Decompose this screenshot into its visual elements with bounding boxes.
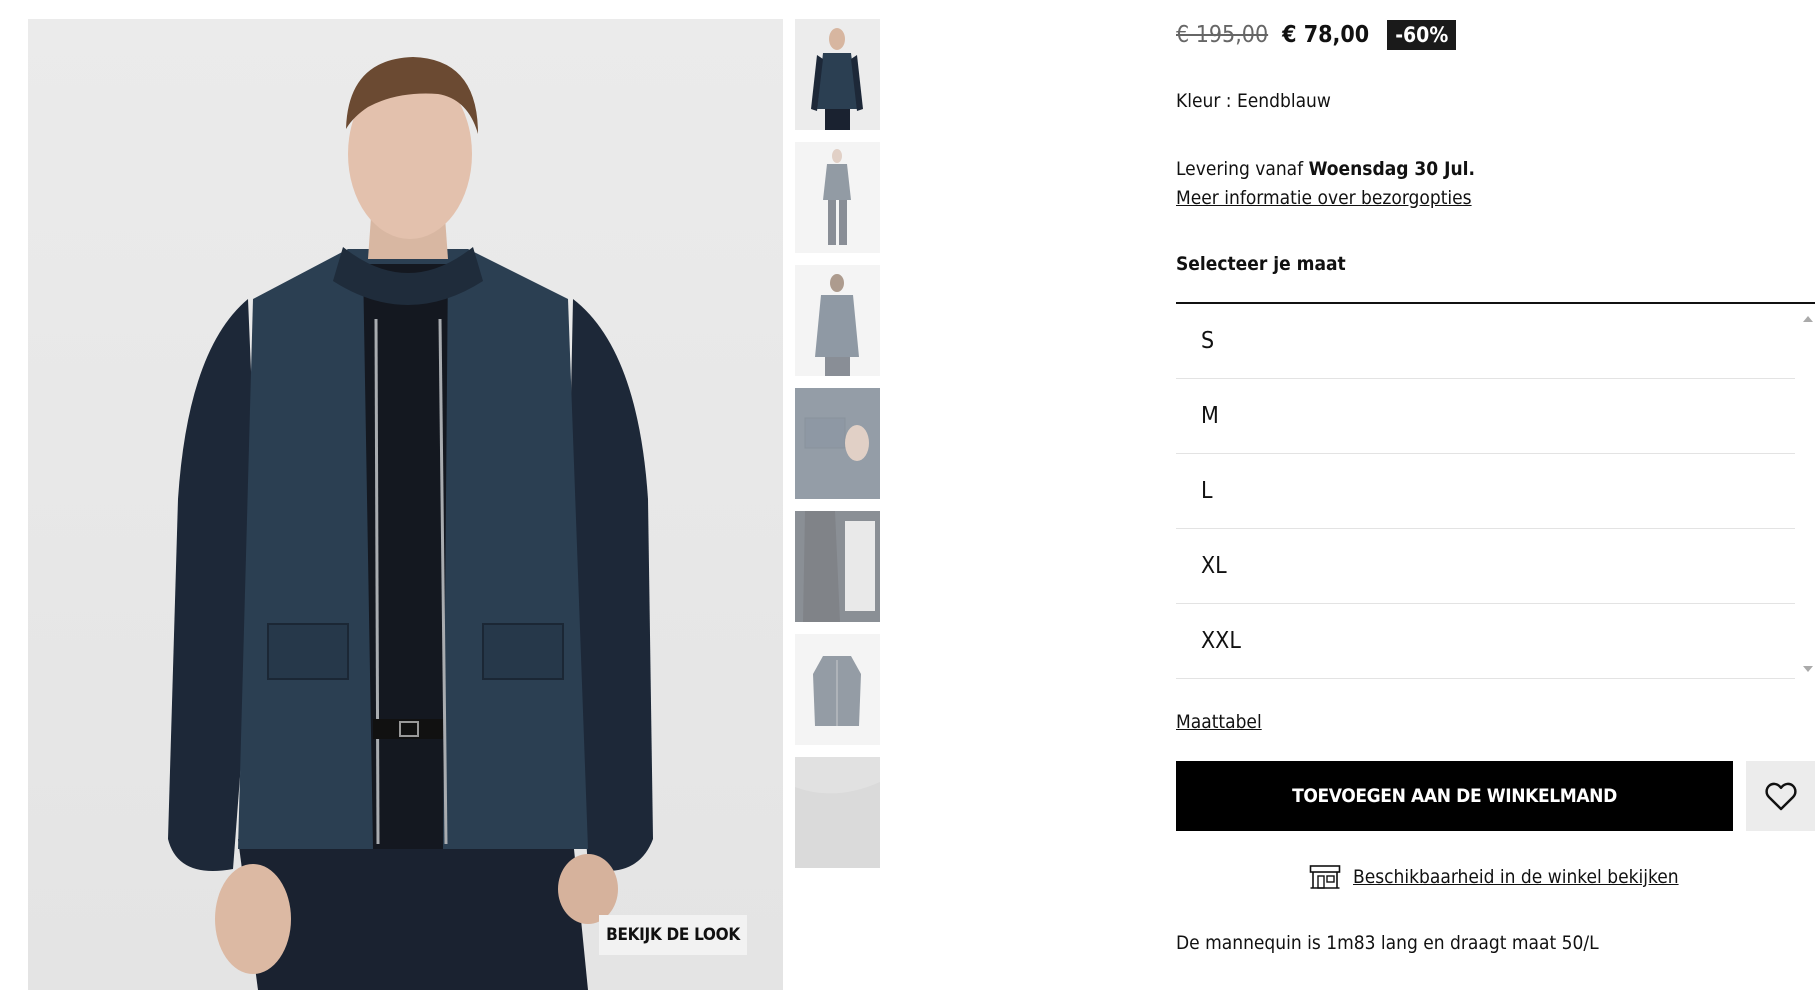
thumbnail-fabric[interactable] bbox=[795, 757, 880, 868]
store-icon bbox=[1309, 865, 1341, 889]
product-page: BEKIJK DE LOOK € 195,00 € 78,00 -60% Kle… bbox=[0, 0, 1815, 1000]
thumbnail-back[interactable] bbox=[795, 265, 880, 376]
view-look-button[interactable]: BEKIJK DE LOOK bbox=[599, 915, 747, 955]
store-availability-row[interactable]: Beschikbaarheid in de winkel bekijken bbox=[1309, 864, 1679, 890]
wishlist-button[interactable] bbox=[1746, 761, 1815, 831]
thumbnail-front[interactable] bbox=[795, 19, 880, 130]
size-option-m[interactable]: M bbox=[1176, 379, 1795, 454]
delivery-prefix: Levering vanaf bbox=[1176, 158, 1304, 180]
model-wearing-jacket-image bbox=[168, 57, 653, 990]
main-product-image[interactable]: BEKIJK DE LOOK bbox=[28, 19, 783, 990]
size-option-xl[interactable]: XL bbox=[1176, 529, 1795, 604]
size-option-xxl[interactable]: XXL bbox=[1176, 604, 1795, 679]
add-to-cart-button[interactable]: TOEVOEGEN AAN DE WINKELMAND bbox=[1176, 761, 1733, 831]
delivery-date: Woensdag 30 Jul. bbox=[1308, 158, 1476, 180]
delivery-options-link[interactable]: Meer informatie over bezorgopties bbox=[1176, 187, 1472, 209]
product-info-panel: € 195,00 € 78,00 -60% Kleur : Eendblauw … bbox=[1176, 0, 1815, 1000]
discount-badge: -60% bbox=[1387, 20, 1457, 50]
thumbnail-full-body[interactable] bbox=[795, 142, 880, 253]
price-row: € 195,00 € 78,00 -60% bbox=[1176, 20, 1457, 50]
scroll-down-arrow-icon[interactable] bbox=[1803, 666, 1813, 672]
thumbnail-strip bbox=[795, 19, 880, 880]
heart-icon bbox=[1764, 782, 1797, 811]
flat-lay-thumbnail bbox=[795, 634, 880, 745]
color-label: Kleur : Eendblauw bbox=[1176, 90, 1331, 112]
thumbnail-pocket[interactable] bbox=[795, 388, 880, 499]
fabric-detail-thumbnail bbox=[795, 757, 880, 868]
jacket-front-thumbnail bbox=[795, 19, 880, 130]
size-option-l[interactable]: L bbox=[1176, 454, 1795, 529]
old-price: € 195,00 bbox=[1176, 22, 1269, 48]
store-availability-link[interactable]: Beschikbaarheid in de winkel bekijken bbox=[1353, 866, 1679, 888]
inner-lining-thumbnail bbox=[795, 511, 880, 622]
size-option-s[interactable]: S bbox=[1176, 304, 1795, 379]
full-body-thumbnail bbox=[795, 142, 880, 253]
sale-price: € 78,00 bbox=[1282, 22, 1370, 48]
size-heading: Selecteer je maat bbox=[1176, 253, 1346, 275]
thumbnail-flat[interactable] bbox=[795, 634, 880, 745]
back-view-thumbnail bbox=[795, 265, 880, 376]
size-selector-list[interactable]: S M L XL XXL bbox=[1176, 302, 1815, 679]
scroll-up-arrow-icon[interactable] bbox=[1803, 316, 1813, 322]
size-chart-link[interactable]: Maattabel bbox=[1176, 711, 1262, 733]
mannequin-info: De mannequin is 1m83 lang en draagt maat… bbox=[1176, 932, 1599, 954]
pocket-detail-thumbnail bbox=[795, 388, 880, 499]
thumbnail-lining[interactable] bbox=[795, 511, 880, 622]
delivery-info: Levering vanaf Woensdag 30 Jul. bbox=[1176, 158, 1475, 180]
